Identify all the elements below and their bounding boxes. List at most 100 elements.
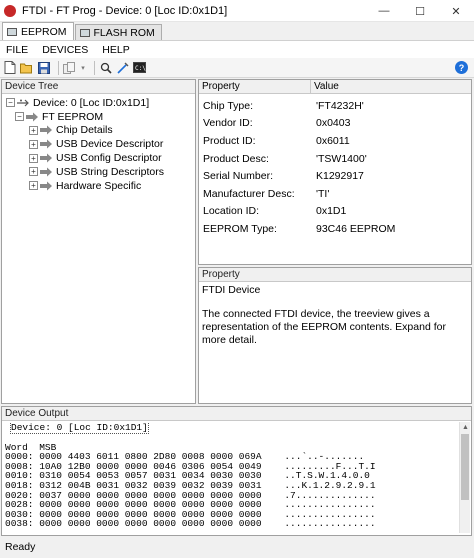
description-title: FTDI Device (202, 284, 261, 296)
scroll-up-icon[interactable]: ▲ (460, 422, 471, 433)
property-value: 93C46 EEPROM (316, 222, 396, 235)
open-folder-icon[interactable] (20, 61, 33, 74)
cycle-ports-icon[interactable]: C:\ (133, 61, 146, 74)
property-row[interactable]: Chip Type: 'FT4232H' (199, 97, 471, 115)
property-grid-header: Property Value (199, 80, 471, 94)
property-name: Vendor ID: (203, 117, 253, 130)
dropdown-arrow-icon[interactable]: ▾ (80, 61, 86, 74)
program-device-icon[interactable] (116, 61, 129, 74)
property-name: Manufacturer Desc: (203, 187, 295, 200)
device-tree-panel: Device Tree − Device: 0 [Loc ID:0x1D1] −… (1, 79, 196, 404)
tree-node-label: Hardware Specific (56, 179, 142, 192)
description-header: Property (199, 268, 471, 282)
copy-icon[interactable] (63, 61, 76, 74)
property-row[interactable]: Product Desc: 'TSW1400' (199, 150, 471, 168)
property-value: 0x0403 (316, 117, 351, 130)
expand-toggle[interactable]: + (29, 139, 38, 149)
window-title: FTDI - FT Prog - Device: 0 [Loc ID:0x1D1… (22, 4, 228, 17)
output-scrollbar[interactable]: ▲ (459, 422, 470, 533)
property-row[interactable]: Manufacturer Desc: 'TI' (199, 185, 471, 203)
output-hex-line: 0038: 0000 0000 0000 0000 0000 0000 0000… (5, 518, 376, 530)
property-name: Product ID: (203, 134, 256, 147)
device-output-text[interactable]: Device: 0 [Loc ID:0x1D1] Word MSB 0000: … (5, 422, 455, 533)
output-device-line: Device: 0 [Loc ID:0x1D1] (5, 422, 455, 434)
property-name: Product Desc: (203, 152, 269, 165)
device-output-panel: Device Output Device: 0 [Loc ID:0x1D1] W… (1, 406, 472, 536)
collapse-toggle[interactable]: − (15, 112, 24, 122)
property-name: Location ID: (203, 205, 260, 218)
tree-node-label: Device: 0 [Loc ID:0x1D1] (33, 96, 150, 109)
tab-label: FLASH ROM (93, 26, 155, 39)
arrow-right-icon (26, 112, 39, 122)
arrow-right-icon (40, 167, 53, 177)
tree-node-label: USB String Descriptors (56, 165, 164, 178)
property-value: 0x1D1 (316, 205, 347, 218)
tree-node-chip-details[interactable]: + Chip Details (6, 124, 195, 138)
close-button[interactable]: ✕ (438, 0, 474, 22)
toolbar-separator (58, 60, 59, 75)
property-row[interactable]: Product ID: 0x6011 (199, 132, 471, 150)
property-row[interactable]: Serial Number: K1292917 (199, 167, 471, 185)
tree-node-device[interactable]: − Device: 0 [Loc ID:0x1D1] (6, 96, 195, 110)
maximize-button[interactable]: ☐ (402, 0, 438, 22)
menu-devices[interactable]: DEVICES (42, 44, 88, 56)
app-logo-icon (4, 4, 16, 17)
menu-file[interactable]: FILE (6, 44, 28, 56)
tab-eeprom[interactable]: EEPROM (2, 22, 74, 40)
arrow-right-icon (40, 139, 53, 149)
expand-toggle[interactable]: + (29, 153, 38, 163)
property-row[interactable]: Vendor ID: 0x0403 (199, 115, 471, 133)
tree-node-label: USB Device Descriptor (56, 138, 164, 151)
arrow-right-icon (40, 125, 53, 135)
scroll-thumb[interactable] (461, 434, 469, 500)
tree-node-usb-string-descriptors[interactable]: + USB String Descriptors (6, 165, 195, 179)
search-icon[interactable] (99, 61, 112, 74)
property-value: 'TSW1400' (316, 152, 367, 165)
property-value: 0x6011 (316, 134, 350, 147)
collapse-toggle[interactable]: − (6, 98, 15, 108)
tree-node-usb-config-descriptor[interactable]: + USB Config Descriptor (6, 151, 195, 165)
expand-toggle[interactable]: + (29, 181, 38, 191)
property-row[interactable]: EEPROM Type: 93C46 EEPROM (199, 220, 471, 238)
toolbar-separator (94, 60, 95, 75)
property-value: K1292917 (316, 170, 364, 183)
property-description-panel: Property FTDI Device The connected FTDI … (198, 267, 472, 404)
property-name: EEPROM Type: (203, 222, 277, 235)
chip-icon (7, 27, 17, 36)
tree-node-usb-device-descriptor[interactable]: + USB Device Descriptor (6, 137, 195, 151)
menu-help[interactable]: HELP (102, 44, 129, 56)
property-name: Serial Number: (203, 170, 274, 183)
save-icon[interactable] (37, 61, 50, 74)
device-output-header: Device Output (2, 407, 471, 421)
expand-toggle[interactable]: + (29, 167, 38, 177)
tree-node-label: USB Config Descriptor (56, 152, 162, 165)
column-header-value[interactable]: Value (311, 80, 339, 93)
property-row[interactable]: Location ID: 0x1D1 (199, 203, 471, 221)
tab-bar: EEPROM FLASH ROM (0, 22, 474, 40)
status-bar: Ready (0, 538, 474, 558)
title-bar: FTDI - FT Prog - Device: 0 [Loc ID:0x1D1… (0, 0, 474, 22)
window-controls: — ☐ ✕ (366, 0, 474, 22)
tree-node-hardware-specific[interactable]: + Hardware Specific (6, 179, 195, 193)
minimize-button[interactable]: — (366, 0, 402, 22)
arrow-right-icon (40, 181, 53, 191)
output-device-label: Device: 0 [Loc ID:0x1D1] (10, 422, 149, 434)
status-text: Ready (5, 541, 36, 553)
property-value: 'TI' (316, 187, 330, 200)
description-body: The connected FTDI device, the treeview … (202, 308, 446, 346)
device-tree: − Device: 0 [Loc ID:0x1D1] − FT EEPROM +… (2, 94, 195, 193)
device-tree-header: Device Tree (2, 80, 195, 94)
usb-icon (17, 98, 30, 108)
column-header-property[interactable]: Property (199, 80, 311, 93)
tree-node-ft-eeprom[interactable]: − FT EEPROM (6, 110, 195, 124)
property-value: 'FT4232H' (316, 99, 364, 112)
help-icon[interactable]: ? (455, 61, 468, 74)
toolbar: ▾ C:\ ? (0, 58, 474, 78)
tree-node-label: Chip Details (56, 124, 113, 137)
tab-flash-rom[interactable]: FLASH ROM (74, 24, 162, 40)
expand-toggle[interactable]: + (29, 125, 38, 135)
new-file-icon[interactable] (3, 61, 16, 74)
property-grid-panel: Property Value Chip Type: 'FT4232H' Vend… (198, 79, 472, 265)
chip-icon (79, 28, 90, 37)
arrow-right-icon (40, 153, 53, 163)
